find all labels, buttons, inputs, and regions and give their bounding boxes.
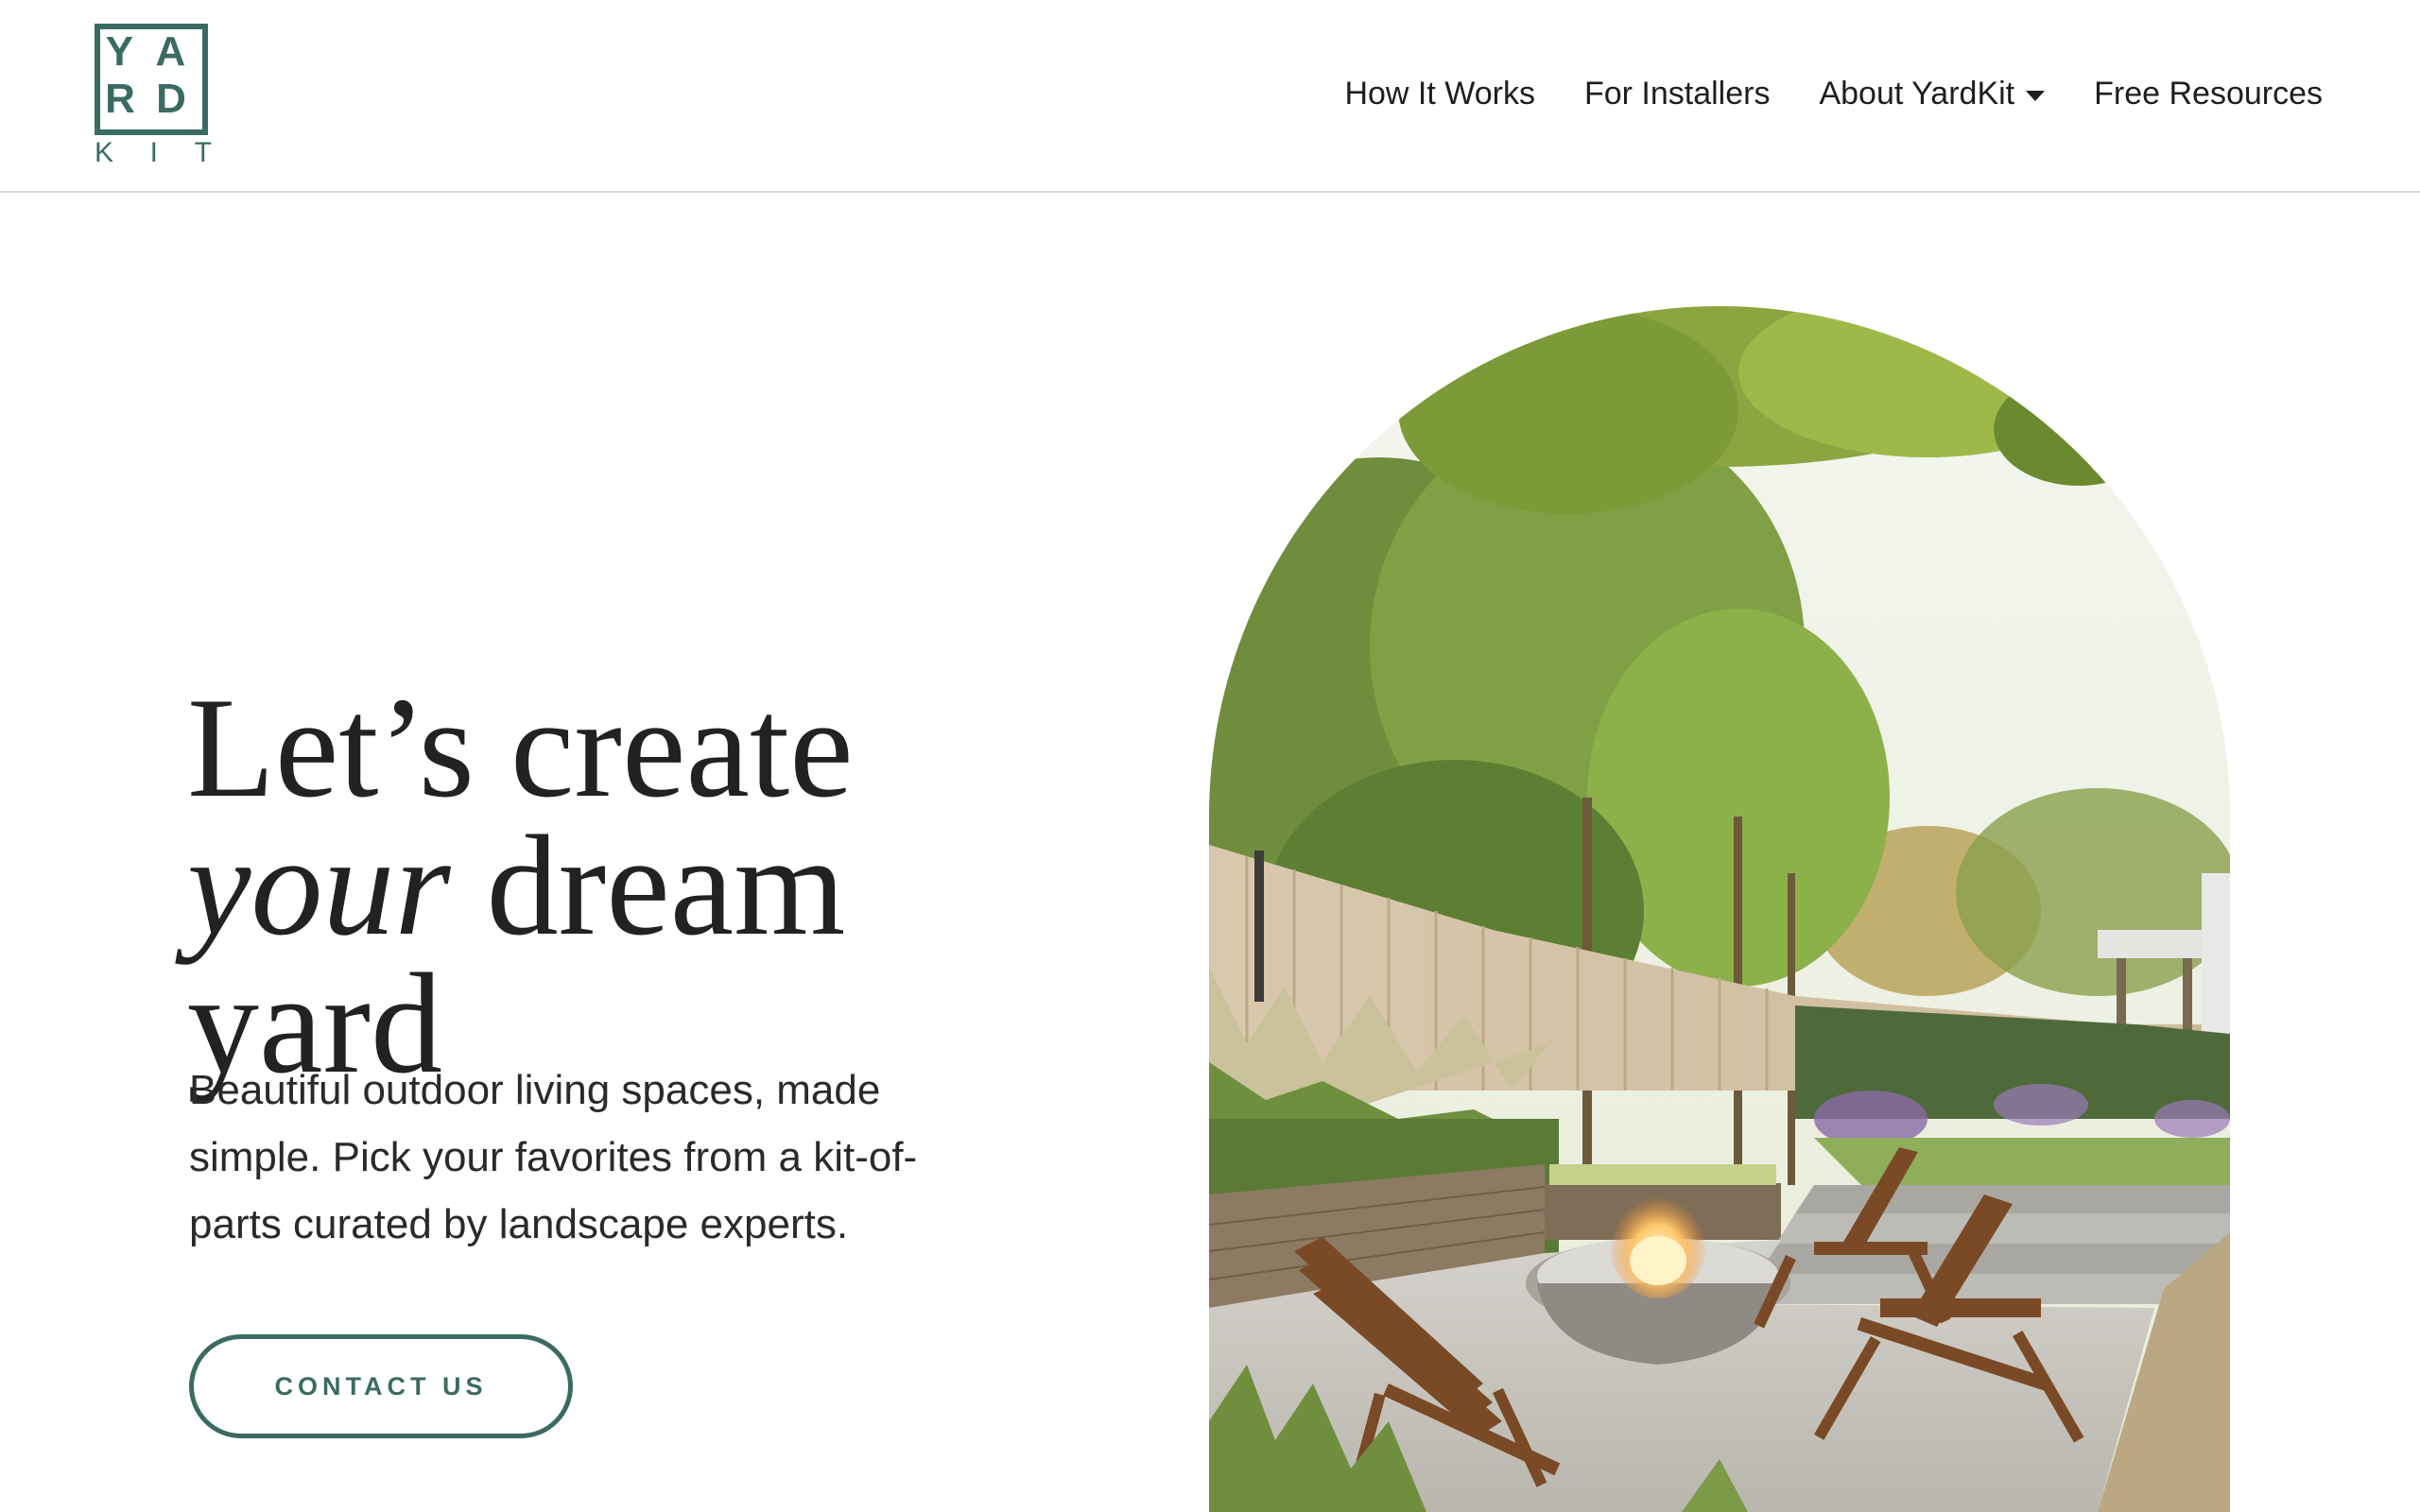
logo-row-2: R D [95,78,197,120]
logo-letter: A [155,28,186,75]
hero-title-line-2-rest: dream [450,806,846,965]
caret-down-icon [2026,91,2046,101]
main-nav: How It Works For Installers About YardKi… [1344,76,2323,112]
logo-letter: K [95,137,114,168]
hero-subtitle: Beautiful outdoor living spaces, made si… [189,1067,918,1247]
logo-letter: D [156,76,186,122]
logo-row-3: K I T [95,139,212,167]
logo-letter: R [105,76,135,122]
hero-title-line-1: Let’s create [187,668,854,827]
logo-letter: Y [105,28,134,75]
nav-label: How It Works [1344,76,1535,112]
hero-title-italic: your [187,806,451,965]
nav-for-installers[interactable]: For Installers [1584,76,1771,112]
nav-how-it-works[interactable]: How It Works [1344,76,1535,112]
site-header: Y A R D K I T How It Works For Installer… [0,0,2420,193]
nav-about-yardkit[interactable]: About YardKit [1819,76,2046,112]
logo-letter: I [149,137,159,168]
nav-free-resources[interactable]: Free Resources [2094,76,2323,112]
hero-title: Let’s create your dream yard [187,668,943,1095]
yardkit-logo[interactable]: Y A R D K I T [95,24,212,171]
logo-letter: T [194,137,212,168]
nav-label: About YardKit [1819,76,2015,112]
logo-row-1: Y A [95,31,197,73]
nav-label: For Installers [1583,76,1771,112]
contact-us-button[interactable]: CONTACT US [189,1334,573,1438]
backyard-firepit-image [1209,306,2230,1512]
nav-label: Free Resources [2094,76,2323,112]
hero-title-line-2: your dream [187,814,943,957]
